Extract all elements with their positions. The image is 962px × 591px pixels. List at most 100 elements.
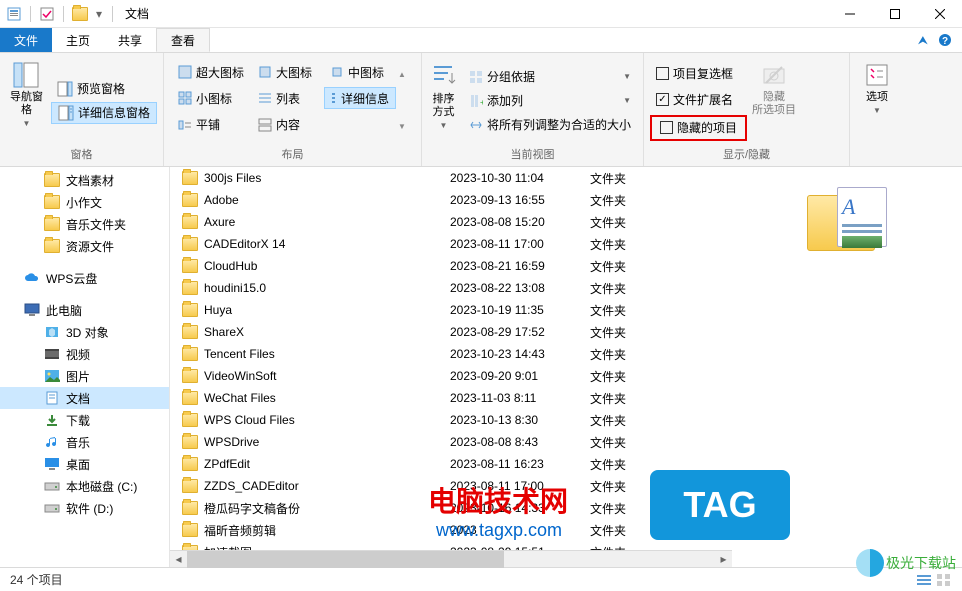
- separator: [30, 6, 31, 22]
- tree-item[interactable]: 3D 对象: [0, 321, 169, 343]
- file-row[interactable]: WPS Cloud Files2023-10-13 8:30文件夹: [170, 409, 732, 431]
- layout-xlarge[interactable]: 超大图标: [172, 61, 252, 83]
- scroll-left-icon[interactable]: ◂: [170, 551, 187, 568]
- file-row[interactable]: Axure2023-08-08 15:20文件夹: [170, 211, 732, 233]
- ribbon: 导航窗格 ▼ 预览窗格 详细信息窗格 窗格 超大图标 大图标 中图标 ▲ 小图: [0, 53, 962, 167]
- group-by-button[interactable]: 分组依据▼: [463, 66, 637, 88]
- file-extensions-toggle[interactable]: 文件扩展名: [650, 89, 747, 111]
- preview-pane-button[interactable]: 预览窗格: [51, 78, 157, 100]
- file-row[interactable]: Tencent Files2023-10-23 14:43文件夹: [170, 343, 732, 365]
- logo-icon: [856, 549, 884, 577]
- folder-icon: [182, 259, 198, 273]
- music-icon: [44, 434, 60, 450]
- folder-icon: [182, 523, 198, 537]
- folder-icon: [182, 413, 198, 427]
- file-row[interactable]: Adobe2023-09-13 16:55文件夹: [170, 189, 732, 211]
- scroll-right-icon[interactable]: ▸: [715, 551, 732, 568]
- navigation-tree[interactable]: 文档素材小作文音乐文件夹资源文件 WPS云盘 此电脑 3D 对象视频图片文档下载…: [0, 167, 170, 567]
- sort-button[interactable]: 排序方式 ▼: [428, 57, 459, 144]
- file-row[interactable]: 加速截图2023-08-29 15:51文件夹: [170, 541, 732, 550]
- layout-large[interactable]: 大图标: [252, 61, 324, 83]
- maximize-button[interactable]: [872, 0, 917, 28]
- fit-columns-button[interactable]: 将所有列调整为合适的大小: [463, 114, 637, 136]
- file-row[interactable]: CADEditorX 142023-08-11 17:00文件夹: [170, 233, 732, 255]
- checkbox-indicator-icon[interactable]: [39, 6, 55, 22]
- tree-item[interactable]: 图片: [0, 365, 169, 387]
- add-columns-button[interactable]: +添加列▼: [463, 90, 637, 112]
- layout-more-icon[interactable]: ▼: [398, 122, 406, 131]
- layout-details[interactable]: 详细信息: [324, 87, 396, 109]
- help-icon[interactable]: ?: [938, 33, 952, 47]
- tree-item[interactable]: 音乐: [0, 431, 169, 453]
- tab-share[interactable]: 共享: [104, 28, 156, 52]
- watermark-logo: 极光下载站: [856, 549, 956, 577]
- folder-icon: [182, 457, 198, 471]
- details-pane-button[interactable]: 详细信息窗格: [51, 102, 157, 124]
- tree-item[interactable]: 文档素材: [0, 169, 169, 191]
- tree-item[interactable]: 视频: [0, 343, 169, 365]
- tree-item[interactable]: 音乐文件夹: [0, 213, 169, 235]
- svg-text:?: ?: [942, 36, 948, 47]
- svg-text:+: +: [480, 98, 483, 107]
- folder-icon: [182, 303, 198, 317]
- file-row[interactable]: Huya2023-10-19 11:35文件夹: [170, 299, 732, 321]
- layout-medium[interactable]: 中图标: [324, 61, 396, 83]
- hidden-items-toggle[interactable]: 隐藏的项目: [654, 117, 743, 139]
- item-checkboxes-toggle[interactable]: 项目复选框: [650, 63, 747, 85]
- video-icon: [44, 346, 60, 362]
- dl-icon: [44, 412, 60, 428]
- tree-item[interactable]: 资源文件: [0, 235, 169, 257]
- tree-item[interactable]: 桌面: [0, 453, 169, 475]
- folder-preview-icon: A: [807, 187, 887, 251]
- folder-icon: [182, 501, 198, 515]
- horizontal-scrollbar[interactable]: ◂ ▸: [170, 550, 732, 567]
- folder-icon: [182, 281, 198, 295]
- file-row[interactable]: WeChat Files2023-11-03 8:11文件夹: [170, 387, 732, 409]
- layout-list[interactable]: 列表: [252, 87, 324, 109]
- layout-tiles[interactable]: 平铺: [172, 114, 252, 136]
- tab-home[interactable]: 主页: [52, 28, 104, 52]
- file-row[interactable]: VideoWinSoft2023-09-20 9:01文件夹: [170, 365, 732, 387]
- separator: [63, 6, 64, 22]
- folder-icon: [182, 237, 198, 251]
- close-button[interactable]: [917, 0, 962, 28]
- file-row[interactable]: ZPdfEdit2023-08-11 16:23文件夹: [170, 453, 732, 475]
- minimize-button[interactable]: [827, 0, 872, 28]
- tree-item[interactable]: 软件 (D:): [0, 497, 169, 519]
- pc-icon: [24, 302, 40, 318]
- title-bar: ▾ 文档: [0, 0, 962, 28]
- folder-icon: [182, 545, 198, 550]
- dropdown-icon[interactable]: ▾: [94, 6, 104, 22]
- tree-wps[interactable]: WPS云盘: [0, 267, 169, 289]
- cloud-icon: [24, 270, 40, 286]
- folder-icon: [182, 193, 198, 207]
- file-row[interactable]: CloudHub2023-08-21 16:59文件夹: [170, 255, 732, 277]
- folder-icon: [182, 435, 198, 449]
- layout-small[interactable]: 小图标: [172, 87, 252, 109]
- doc-icon: [44, 390, 60, 406]
- hide-selected-button: 隐藏所选项目: [751, 57, 797, 144]
- tree-thispc[interactable]: 此电脑: [0, 299, 169, 321]
- options-button[interactable]: 选项 ▼: [856, 57, 898, 148]
- minimize-ribbon-icon[interactable]: ⮝: [918, 33, 928, 48]
- folder-icon: [72, 6, 88, 22]
- tab-view[interactable]: 查看: [156, 28, 210, 52]
- group-label-panes: 窗格: [6, 144, 157, 166]
- tab-file[interactable]: 文件: [0, 28, 52, 52]
- watermark-brand: 电脑技术网: [428, 480, 568, 520]
- layout-scroll-up-icon[interactable]: ▲: [398, 70, 406, 79]
- scrollbar-thumb[interactable]: [187, 551, 504, 568]
- nav-pane-button[interactable]: 导航窗格 ▼: [6, 57, 47, 144]
- folder-icon: [44, 194, 60, 210]
- desk-icon: [44, 456, 60, 472]
- tree-item[interactable]: 下载: [0, 409, 169, 431]
- tree-item[interactable]: 本地磁盘 (C:): [0, 475, 169, 497]
- tree-item[interactable]: 文档: [0, 387, 169, 409]
- file-row[interactable]: WPSDrive2023-08-08 8:43文件夹: [170, 431, 732, 453]
- layout-content[interactable]: 内容: [252, 114, 324, 136]
- file-row[interactable]: houdini15.02023-08-22 13:08文件夹: [170, 277, 732, 299]
- file-row[interactable]: ShareX2023-08-29 17:52文件夹: [170, 321, 732, 343]
- tree-item[interactable]: 小作文: [0, 191, 169, 213]
- file-row[interactable]: 300js Files2023-10-30 11:04文件夹: [170, 167, 732, 189]
- pic-icon: [44, 368, 60, 384]
